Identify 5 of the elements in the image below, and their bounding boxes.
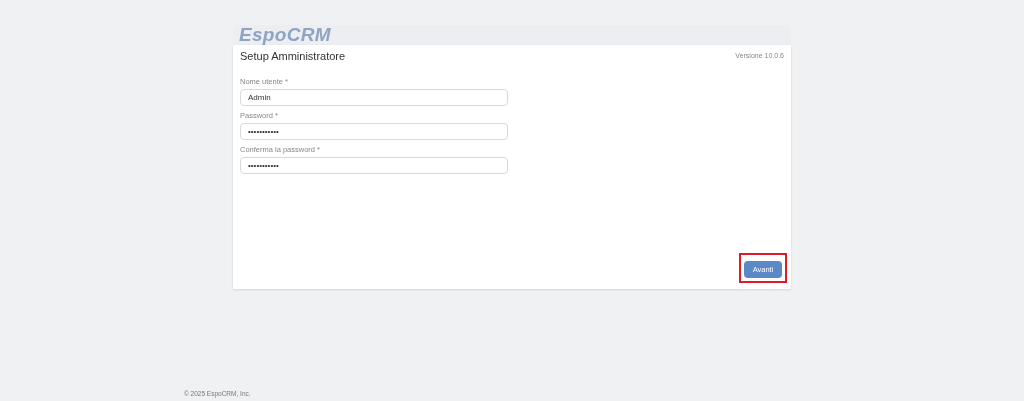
input-field[interactable]: ••••••••••• <box>240 157 508 174</box>
logo: EspoCRM <box>239 25 331 45</box>
panel-title: Setup Amministratore <box>240 49 346 62</box>
input-field[interactable]: ••••••••••• <box>240 123 508 140</box>
input-field[interactable]: Admin <box>240 89 508 106</box>
